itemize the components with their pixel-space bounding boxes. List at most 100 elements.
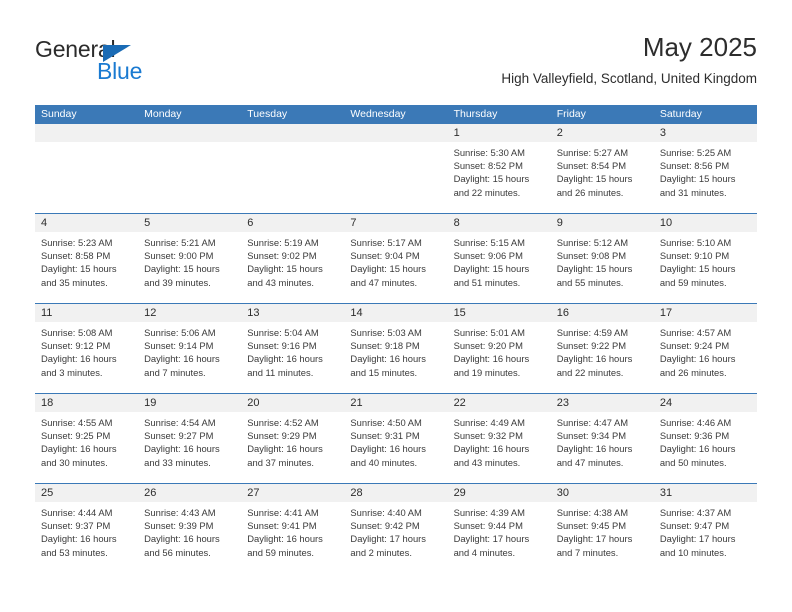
calendar-day-cell[interactable]: 22 Sunrise: 4:49 AM Sunset: 9:32 PM Dayligh…	[447, 394, 551, 483]
day-sunset-text: Sunset: 9:22 PM	[556, 340, 627, 352]
day-number: 13	[241, 304, 345, 322]
calendar-day-cell[interactable]: 25 Sunrise: 4:44 AM Sunset: 9:37 PM Dayligh…	[35, 484, 139, 573]
day-daylight-1-text: Daylight: 16 hours	[659, 443, 736, 455]
calendar-day-cell[interactable]: 3 Sunrise: 5:25 AM Sunset: 8:56 PM Daylight…	[653, 124, 757, 213]
calendar-day-cell[interactable]: 9 Sunrise: 5:12 AM Sunset: 9:08 PM Daylight…	[550, 214, 654, 303]
day-daylight-1-text: Daylight: 16 hours	[247, 533, 323, 545]
day-sunrise-text: Sunrise: 4:39 AM	[453, 507, 525, 518]
day-sunrise-text: Sunrise: 5:27 AM	[556, 147, 629, 158]
weekday-header-sunday: Sunday	[41, 108, 77, 120]
calendar-day-cell[interactable]: 5 Sunrise: 5:21 AM Sunset: 9:00 PM Daylight…	[138, 214, 242, 303]
weekday-header-monday: Monday	[144, 108, 182, 120]
day-daylight-2-text: and 47 minutes.	[350, 276, 418, 288]
day-sun-info: Sunrise: 4:46 AM Sunset: 9:36 PM Daylight:…	[654, 412, 757, 469]
day-sun-info: Sunrise: 5:17 AM Sunset: 9:04 PM Daylight:…	[344, 232, 447, 289]
calendar-day-cell[interactable]: 15 Sunrise: 5:01 AM Sunset: 9:20 PM Dayligh…	[447, 304, 551, 393]
day-sunrise-text: Sunrise: 5:08 AM	[41, 327, 113, 338]
calendar-day-cell[interactable]: 23 Sunrise: 4:47 AM Sunset: 9:34 PM Dayligh…	[550, 394, 654, 483]
calendar-day-cell[interactable]: 6 Sunrise: 5:19 AM Sunset: 9:02 PM Daylight…	[241, 214, 345, 303]
calendar-day-cell[interactable]: 8 Sunrise: 5:15 AM Sunset: 9:06 PM Daylight…	[447, 214, 551, 303]
day-sunset-text: Sunset: 9:32 PM	[453, 430, 523, 442]
day-daylight-1-text: Daylight: 16 hours	[144, 533, 220, 545]
day-daylight-1-text: Daylight: 16 hours	[144, 443, 220, 455]
day-daylight-1-text: Daylight: 16 hours	[659, 353, 736, 365]
day-daylight-2-text: and 30 minutes.	[41, 456, 108, 468]
weekday-header-saturday: Saturday	[659, 108, 702, 120]
day-sunset-text: Sunset: 9:08 PM	[556, 250, 627, 262]
day-daylight-2-text: and 7 minutes.	[144, 366, 206, 378]
calendar-day-cell[interactable]: 7 Sunrise: 5:17 AM Sunset: 9:04 PM Daylight…	[344, 214, 448, 303]
day-sunset-text: Sunset: 9:20 PM	[453, 340, 523, 352]
calendar-week-row: 4 Sunrise: 5:23 AM Sunset: 8:58 PM Daylight…	[35, 213, 757, 303]
calendar-day-cell[interactable]: 29 Sunrise: 4:39 AM Sunset: 9:44 PM Dayligh…	[447, 484, 551, 573]
day-sunrise-text: Sunrise: 4:37 AM	[659, 507, 732, 518]
day-daylight-2-text: and 2 minutes.	[350, 546, 412, 558]
day-daylight-2-text: and 3 minutes.	[41, 366, 103, 378]
day-daylight-2-text: and 51 minutes.	[453, 276, 521, 288]
day-sun-info: Sunrise: 5:08 AM Sunset: 9:12 PM Daylight:…	[35, 322, 138, 379]
day-daylight-1-text: Daylight: 15 hours	[247, 263, 323, 275]
calendar-day-cell[interactable]: 20 Sunrise: 4:52 AM Sunset: 9:29 PM Dayligh…	[241, 394, 345, 483]
general-blue-logo[interactable]: General Blue	[35, 36, 235, 88]
day-daylight-1-text: Daylight: 17 hours	[453, 533, 530, 545]
day-sunrise-text: Sunrise: 5:21 AM	[144, 237, 216, 248]
calendar-day-cell[interactable]: 18 Sunrise: 4:55 AM Sunset: 9:25 PM Dayligh…	[35, 394, 139, 483]
weekday-header-wednesday: Wednesday	[350, 108, 406, 120]
day-daylight-1-text: Daylight: 15 hours	[659, 263, 736, 275]
calendar-day-cell[interactable]: 2 Sunrise: 5:27 AM Sunset: 8:54 PM Daylight…	[550, 124, 654, 213]
calendar-page: General Blue May 2025 High Valleyfield, …	[0, 0, 792, 612]
calendar-day-cell[interactable]: 30 Sunrise: 4:38 AM Sunset: 9:45 PM Dayligh…	[550, 484, 654, 573]
page-title: May 2025	[642, 32, 757, 62]
day-sunrise-text: Sunrise: 5:15 AM	[453, 237, 525, 248]
calendar-day-cell[interactable]: 11 Sunrise: 5:08 AM Sunset: 9:12 PM Dayligh…	[35, 304, 139, 393]
calendar-day-cell[interactable]: 10 Sunrise: 5:10 AM Sunset: 9:10 PM Dayligh…	[653, 214, 757, 303]
day-daylight-2-text: and 39 minutes.	[144, 276, 211, 288]
day-sunrise-text: Sunrise: 5:25 AM	[659, 147, 732, 158]
day-number: 3	[653, 124, 757, 142]
day-number	[241, 124, 345, 142]
day-sun-info: Sunrise: 4:49 AM Sunset: 9:32 PM Daylight:…	[448, 412, 551, 469]
day-sunset-text: Sunset: 9:41 PM	[247, 520, 317, 532]
day-number: 29	[447, 484, 551, 502]
day-number: 14	[344, 304, 448, 322]
day-sunset-text: Sunset: 9:04 PM	[350, 250, 420, 262]
day-number: 21	[344, 394, 448, 412]
calendar-day-cell[interactable]: 17 Sunrise: 4:57 AM Sunset: 9:24 PM Dayligh…	[653, 304, 757, 393]
calendar-day-cell[interactable]: 12 Sunrise: 5:06 AM Sunset: 9:14 PM Dayligh…	[138, 304, 242, 393]
day-number: 28	[344, 484, 448, 502]
day-sun-info: Sunrise: 4:50 AM Sunset: 9:31 PM Daylight:…	[344, 412, 447, 469]
day-sunrise-text: Sunrise: 4:43 AM	[144, 507, 216, 518]
calendar-day-cell[interactable]: 14 Sunrise: 5:03 AM Sunset: 9:18 PM Dayligh…	[344, 304, 448, 393]
calendar-day-cell[interactable]: 24 Sunrise: 4:46 AM Sunset: 9:36 PM Dayligh…	[653, 394, 757, 483]
calendar-day-cell[interactable]: 28 Sunrise: 4:40 AM Sunset: 9:42 PM Dayligh…	[344, 484, 448, 573]
calendar-day-cell[interactable]: 21 Sunrise: 4:50 AM Sunset: 9:31 PM Dayligh…	[344, 394, 448, 483]
calendar-day-cell[interactable]: 31 Sunrise: 4:37 AM Sunset: 9:47 PM Dayligh…	[653, 484, 757, 573]
day-sunset-text: Sunset: 9:00 PM	[144, 250, 214, 262]
day-sunset-text: Sunset: 9:31 PM	[350, 430, 420, 442]
calendar-day-cell-empty	[241, 124, 345, 213]
calendar-day-cell[interactable]: 4 Sunrise: 5:23 AM Sunset: 8:58 PM Daylight…	[35, 214, 139, 303]
weekday-header-thursday: Thursday	[453, 108, 498, 120]
day-daylight-1-text: Daylight: 15 hours	[556, 263, 633, 275]
day-sun-info: Sunrise: 5:01 AM Sunset: 9:20 PM Daylight:…	[448, 322, 551, 379]
day-daylight-2-text: and 33 minutes.	[144, 456, 211, 468]
calendar-day-cell[interactable]: 26 Sunrise: 4:43 AM Sunset: 9:39 PM Dayligh…	[138, 484, 242, 573]
calendar-day-cell[interactable]: 13 Sunrise: 5:04 AM Sunset: 9:16 PM Dayligh…	[241, 304, 345, 393]
day-sun-info: Sunrise: 5:25 AM Sunset: 8:56 PM Daylight:…	[654, 142, 757, 199]
day-number: 19	[138, 394, 242, 412]
day-sun-info: Sunrise: 4:44 AM Sunset: 9:37 PM Daylight:…	[35, 502, 138, 559]
day-sun-info: Sunrise: 5:23 AM Sunset: 8:58 PM Daylight:…	[35, 232, 138, 289]
day-sunset-text: Sunset: 9:37 PM	[41, 520, 111, 532]
day-daylight-2-text: and 37 minutes.	[247, 456, 314, 468]
calendar-day-cell[interactable]: 27 Sunrise: 4:41 AM Sunset: 9:41 PM Dayligh…	[241, 484, 345, 573]
day-sunrise-text: Sunrise: 4:38 AM	[556, 507, 629, 518]
day-sunset-text: Sunset: 9:24 PM	[659, 340, 730, 352]
day-sun-info: Sunrise: 5:27 AM Sunset: 8:54 PM Daylight:…	[551, 142, 654, 199]
calendar-day-cell[interactable]: 19 Sunrise: 4:54 AM Sunset: 9:27 PM Dayligh…	[138, 394, 242, 483]
day-daylight-1-text: Daylight: 16 hours	[247, 443, 323, 455]
calendar-day-cell[interactable]: 16 Sunrise: 4:59 AM Sunset: 9:22 PM Dayligh…	[550, 304, 654, 393]
day-sunset-text: Sunset: 9:34 PM	[556, 430, 627, 442]
day-sunset-text: Sunset: 8:56 PM	[659, 160, 730, 172]
day-sunrise-text: Sunrise: 4:59 AM	[556, 327, 629, 338]
calendar-day-cell[interactable]: 1 Sunrise: 5:30 AM Sunset: 8:52 PM Daylight…	[447, 124, 551, 213]
